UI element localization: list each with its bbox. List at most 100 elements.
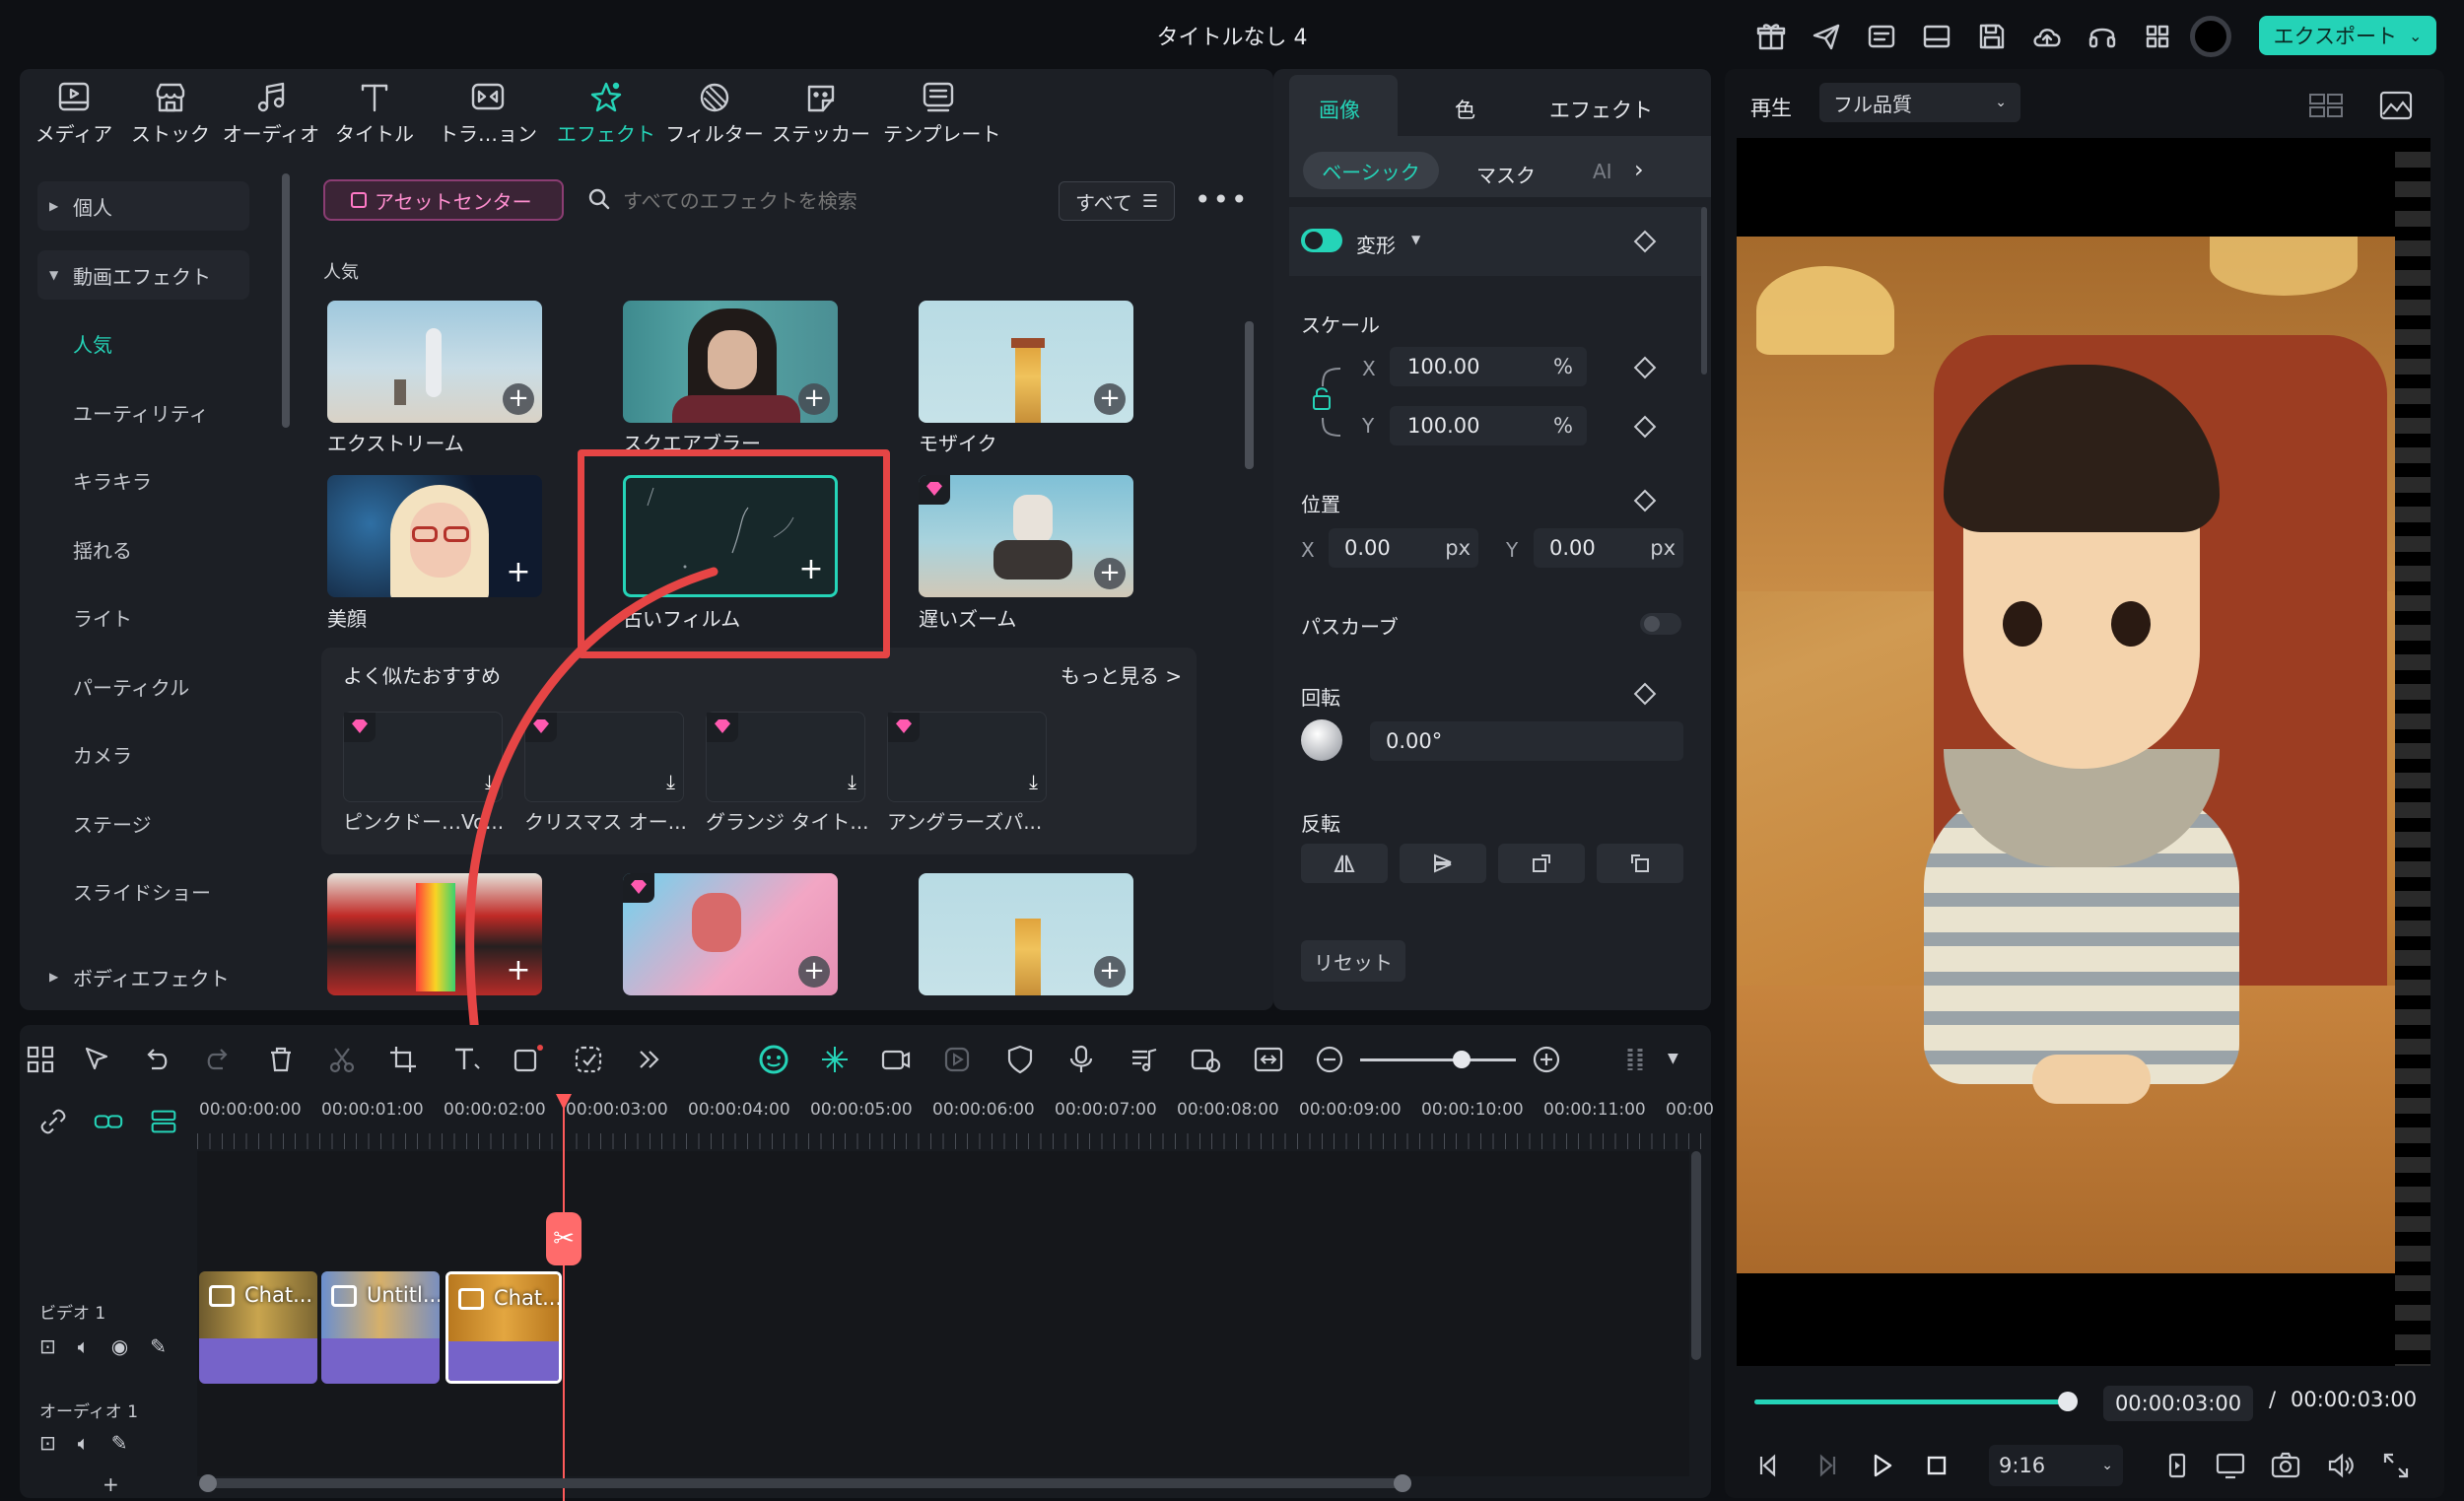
flip-horizontal-button[interactable] <box>1301 844 1388 883</box>
magic-icon[interactable]: ✎ <box>150 1334 167 1358</box>
more-tools-icon[interactable] <box>633 1043 666 1076</box>
playhead[interactable] <box>563 1094 565 1501</box>
effect-tile-extreme[interactable]: + <box>327 301 542 423</box>
effect-tile-slow-zoom[interactable]: + <box>919 475 1133 597</box>
tab-image[interactable]: 画像 <box>1319 95 1360 124</box>
sidebar-item-camera[interactable]: カメラ <box>37 729 249 779</box>
position-y-input[interactable]: 0.00 px <box>1534 528 1683 568</box>
sparkle-icon[interactable] <box>818 1043 852 1076</box>
rotation-input[interactable]: 0.00° <box>1370 721 1683 761</box>
volume-icon[interactable] <box>2324 1449 2358 1482</box>
caption-icon[interactable] <box>1865 20 1898 53</box>
smart-render-icon[interactable] <box>757 1043 790 1076</box>
stop-icon[interactable] <box>1920 1449 1953 1482</box>
eye-icon[interactable]: ◉ <box>111 1334 128 1358</box>
fullscreen-icon[interactable] <box>2379 1449 2413 1482</box>
tab-effect[interactable]: エフェクト <box>552 81 660 147</box>
tab-template[interactable]: テンプレート <box>883 81 1000 147</box>
timeline-clip-selected[interactable]: Chat... <box>445 1271 562 1384</box>
sidebar-scrollbar[interactable] <box>282 173 290 428</box>
effect-tile-lighthouse[interactable]: + <box>919 873 1133 995</box>
sidebar-item-sparkle[interactable]: キラキラ <box>37 455 249 505</box>
flip-vertical-button[interactable] <box>1400 844 1486 883</box>
add-icon[interactable]: + <box>1094 383 1126 415</box>
tab-sticker[interactable]: ステッカー <box>767 81 875 147</box>
rotate-right-button[interactable] <box>1498 844 1585 883</box>
subtab-basic[interactable]: ベーシック <box>1303 152 1439 189</box>
add-icon[interactable]: + <box>503 383 534 415</box>
add-icon[interactable]: + <box>798 956 830 988</box>
volume-icon[interactable]: 🔈︎ <box>78 1334 90 1358</box>
tab-audio[interactable]: オーディオ <box>217 81 325 147</box>
playback-progress[interactable] <box>1754 1392 2078 1411</box>
scrollbar-end-handle[interactable] <box>1394 1474 1411 1492</box>
ai-tool-icon[interactable] <box>572 1043 605 1076</box>
send-icon[interactable] <box>1810 20 1843 53</box>
avatar[interactable] <box>2190 16 2231 57</box>
properties-scrollbar[interactable] <box>1701 207 1707 375</box>
zoom-out-icon[interactable] <box>1313 1043 1346 1076</box>
scale-y-input[interactable]: 100.00% <box>1390 406 1587 445</box>
asset-center-button[interactable]: アセットセンター <box>323 179 564 221</box>
track-layout-icon[interactable] <box>148 1106 179 1137</box>
tab-color[interactable]: 色 <box>1455 95 1475 124</box>
video-preview[interactable] <box>1737 138 2430 1366</box>
tab-filter[interactable]: フィルター <box>660 81 769 147</box>
microphone-icon[interactable] <box>1064 1043 1098 1076</box>
path-curve-toggle[interactable] <box>1640 613 1681 635</box>
scale-x-input[interactable]: 100.00% <box>1390 347 1587 386</box>
subtab-mask[interactable]: マスク <box>1476 160 1536 188</box>
fit-icon[interactable] <box>1252 1043 1285 1076</box>
grid-options-icon[interactable] <box>1618 1043 1652 1076</box>
rotate-left-button[interactable] <box>1597 844 1683 883</box>
play-icon[interactable] <box>1865 1449 1898 1482</box>
layout-grid-icon[interactable] <box>24 1043 57 1076</box>
tab-transition[interactable]: トラ…ョン <box>434 81 542 147</box>
music-list-icon[interactable] <box>1128 1043 1161 1076</box>
display-icon[interactable] <box>2214 1449 2247 1482</box>
sidebar-item-slideshow[interactable]: スライドショー <box>37 866 249 916</box>
chevron-right-icon[interactable]: › <box>1634 156 1644 183</box>
scrollbar-start-handle[interactable] <box>199 1474 217 1492</box>
undo-icon[interactable] <box>140 1043 173 1076</box>
play-circle-icon[interactable] <box>940 1043 974 1076</box>
effect-tile-mosaic[interactable]: + <box>919 301 1133 423</box>
ai-video-icon[interactable] <box>879 1043 913 1076</box>
scissors-icon[interactable] <box>325 1043 359 1076</box>
prev-frame-icon[interactable] <box>1752 1449 1786 1482</box>
magic-icon[interactable]: ✎ <box>111 1431 128 1455</box>
sidebar-item-video-effects[interactable]: ▼ 動画エフェクト <box>37 250 249 300</box>
next-frame-icon[interactable] <box>1810 1449 1843 1482</box>
add-track-button[interactable]: + <box>103 1472 119 1496</box>
speed-icon[interactable] <box>1189 1043 1222 1076</box>
sidebar-item-particle[interactable]: パーティクル <box>37 661 249 711</box>
effects-scrollbar[interactable] <box>1245 321 1254 469</box>
add-icon[interactable]: + <box>1094 956 1126 988</box>
delete-icon[interactable] <box>264 1043 298 1076</box>
position-x-input[interactable]: 0.00 px <box>1329 528 1478 568</box>
effect-tile-square-blur[interactable]: + <box>623 301 838 423</box>
add-icon[interactable]: + <box>798 383 830 415</box>
more-options-icon[interactable]: ••• <box>1195 183 1250 216</box>
tab-effect-properties[interactable]: エフェクト <box>1549 95 1653 124</box>
sidebar-item-light[interactable]: ライト <box>37 592 249 642</box>
sidebar-item-personal[interactable]: ▶ 個人 <box>37 181 249 231</box>
subtab-ai[interactable]: AI <box>1593 160 1612 183</box>
gift-icon[interactable] <box>1754 20 1788 53</box>
export-button[interactable]: エクスポート ⌄ <box>2259 16 2436 55</box>
shape-tool-icon[interactable] <box>511 1043 544 1076</box>
apps-grid-icon[interactable] <box>2141 20 2174 53</box>
timeline-clip[interactable]: Chat... <box>199 1271 317 1384</box>
image-icon[interactable] <box>2379 91 2413 120</box>
cloud-upload-icon[interactable] <box>2030 20 2064 53</box>
volume-icon[interactable]: 🔈︎ <box>78 1431 90 1455</box>
tab-title[interactable]: タイトル <box>320 81 429 147</box>
reset-button[interactable]: リセット <box>1301 940 1405 982</box>
split-scissors-icon[interactable]: ✂ <box>546 1212 582 1265</box>
caret-down-icon[interactable]: ▼ <box>1668 1051 1678 1066</box>
see-more-link[interactable]: もっと見る > <box>1061 660 1182 689</box>
zoom-slider-handle[interactable] <box>1453 1051 1471 1068</box>
tab-media[interactable]: メディア <box>20 81 128 147</box>
folder-lock-icon[interactable]: ⊡ <box>39 1431 56 1455</box>
zoom-slider[interactable] <box>1360 1058 1516 1061</box>
